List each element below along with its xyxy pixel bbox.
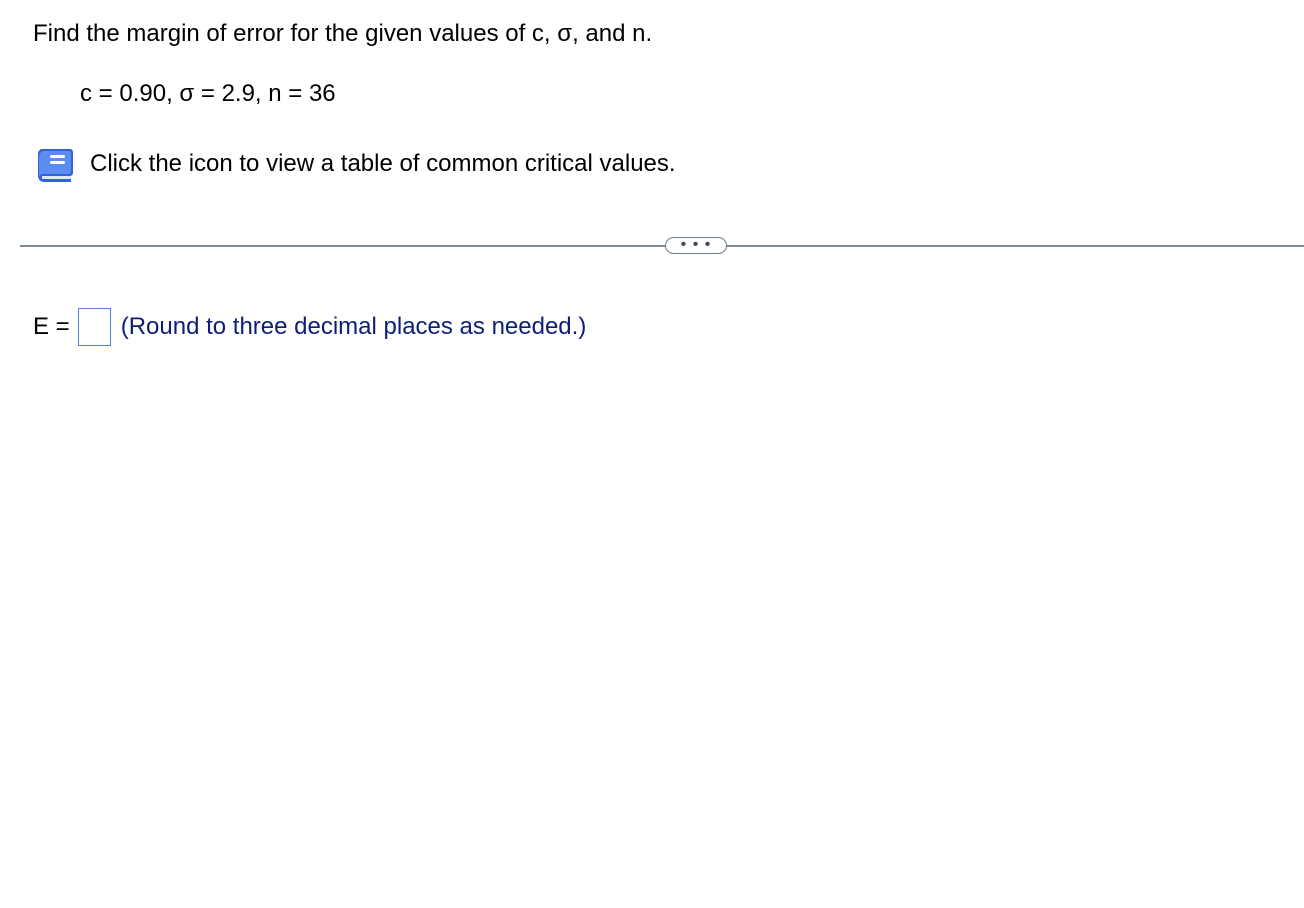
more-options-button[interactable]: • • •: [665, 237, 727, 254]
resource-instruction: Click the icon to view a table of common…: [90, 150, 676, 177]
answer-input[interactable]: [77, 308, 111, 346]
answer-row: E = (Round to three decimal places as ne…: [33, 307, 586, 347]
section-divider: [20, 245, 1304, 247]
given-values: c = 0.90, σ = 2.9, n = 36: [80, 80, 336, 107]
book-icon[interactable]: [33, 142, 77, 186]
answer-label: E =: [33, 313, 70, 340]
critical-values-resource: Click the icon to view a table of common…: [33, 142, 676, 186]
rounding-hint: (Round to three decimal places as needed…: [120, 313, 587, 340]
question-text: Find the margin of error for the given v…: [33, 20, 653, 47]
